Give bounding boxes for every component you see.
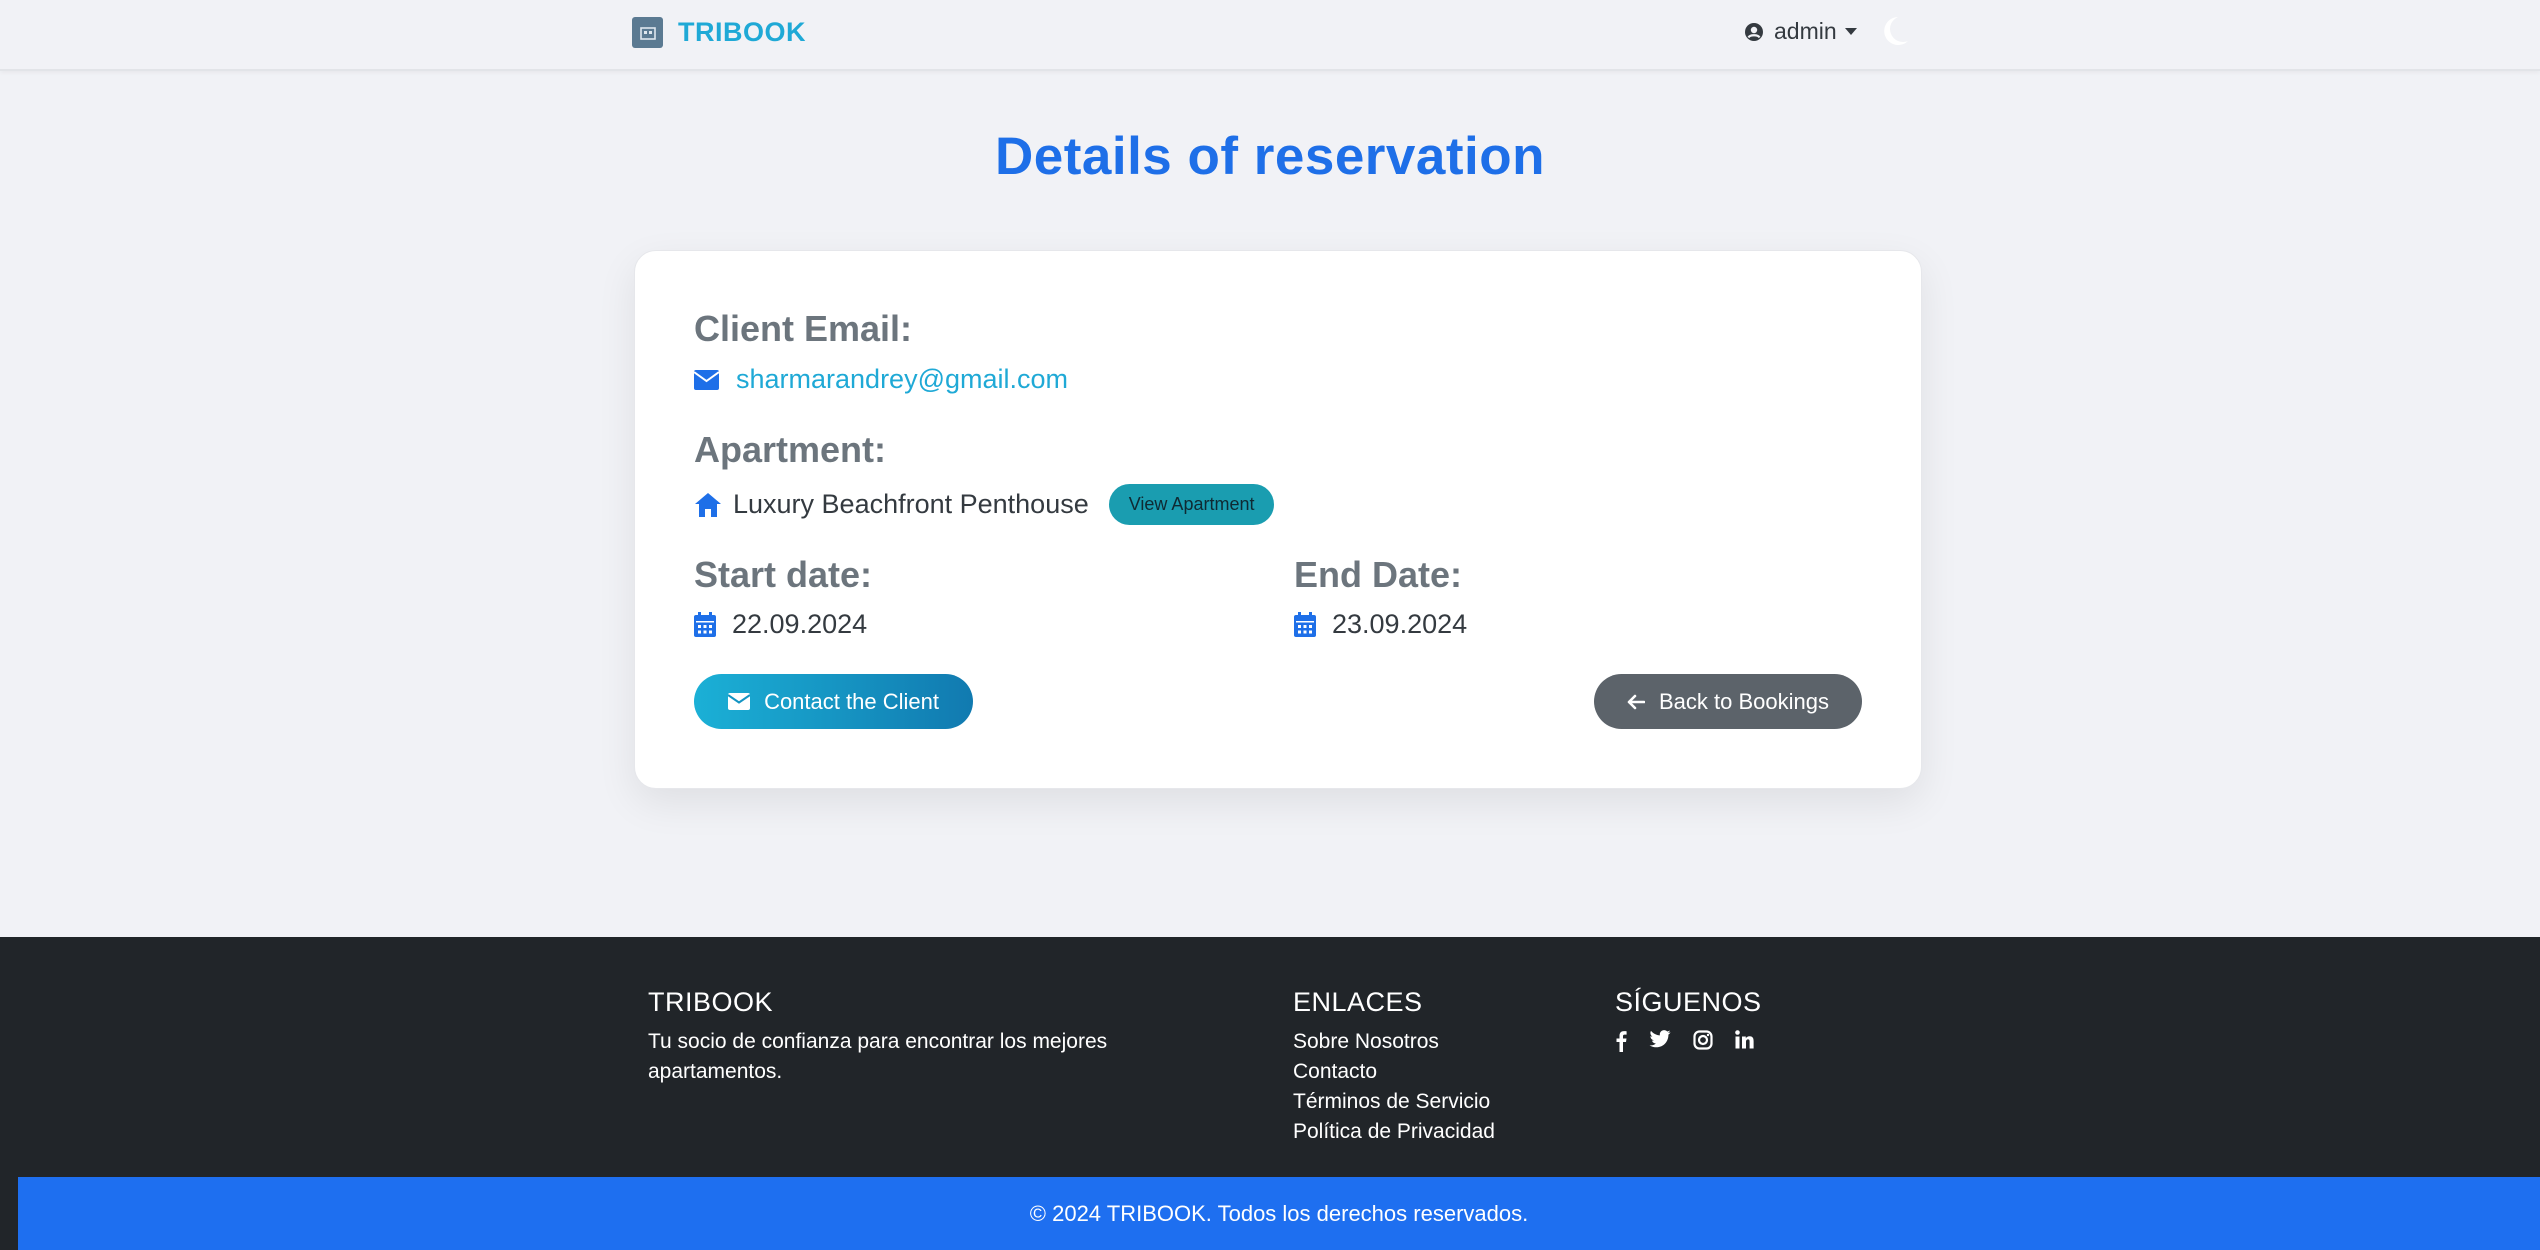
start-date-value: 22.09.2024	[732, 609, 868, 639]
back-to-bookings-label: Back to Bookings	[1659, 688, 1829, 714]
start-date-label: Start date:	[694, 554, 873, 595]
instagram-icon[interactable]	[1693, 1030, 1713, 1057]
footer-brand-heading: TRIBOOK	[648, 987, 774, 1017]
user-dropdown[interactable]: admin	[1744, 18, 1857, 45]
footer-brand-description: Tu socio de confianza para encontrar los…	[648, 1030, 1108, 1083]
reservation-card: Client Email: sharmarandrey@gmail.com Ap…	[634, 250, 1922, 789]
envelope-icon	[728, 693, 751, 710]
footer-link-privacy[interactable]: Política de Privacidad	[1293, 1117, 1495, 1147]
twitter-icon[interactable]	[1649, 1030, 1671, 1057]
facebook-icon[interactable]	[1615, 1030, 1627, 1057]
copyright-bar: © 2024 TRIBOOK. Todos los derechos reser…	[18, 1177, 2540, 1250]
arrow-left-icon	[1627, 694, 1645, 710]
navbar: TRIBOOK admin	[0, 0, 2540, 71]
envelope-icon	[694, 369, 719, 390]
calendar-icon	[1294, 612, 1316, 637]
footer-link-contact[interactable]: Contacto	[1293, 1057, 1495, 1087]
contact-client-label: Contact the Client	[764, 688, 939, 714]
client-email-link[interactable]: sharmarandrey@gmail.com	[736, 364, 1068, 395]
footer-link-about[interactable]: Sobre Nosotros	[1293, 1027, 1495, 1057]
brand-link[interactable]: TRIBOOK	[632, 17, 806, 48]
client-email-label: Client Email:	[694, 308, 913, 349]
end-date-value: 23.09.2024	[1332, 609, 1468, 639]
calendar-icon	[694, 612, 716, 637]
footer-follow-heading: SÍGUENOS	[1615, 987, 1762, 1017]
user-circle-icon	[1744, 22, 1764, 42]
apartment-row: Luxury Beachfront Penthouse View Apartme…	[694, 484, 1275, 525]
view-apartment-button[interactable]: View Apartment	[1108, 484, 1275, 525]
footer-links-list: Sobre Nosotros Contacto Términos de Serv…	[1293, 1027, 1495, 1147]
start-date-row: 22.09.2024	[694, 609, 867, 640]
apartment-label: Apartment:	[694, 429, 887, 470]
theme-toggle-button[interactable]	[1880, 15, 1910, 52]
brand-name: TRIBOOK	[678, 17, 806, 47]
end-date-label: End Date:	[1294, 554, 1463, 595]
client-email-row: sharmarandrey@gmail.com	[694, 364, 1068, 395]
social-links	[1615, 1030, 1754, 1057]
moon-icon	[1880, 15, 1910, 47]
hotel-logo-icon	[632, 17, 663, 48]
user-name: admin	[1774, 18, 1837, 44]
contact-client-button[interactable]: Contact the Client	[694, 674, 973, 729]
apartment-name: Luxury Beachfront Penthouse	[733, 489, 1089, 519]
copyright-text: © 2024 TRIBOOK. Todos los derechos reser…	[1029, 1200, 1529, 1226]
linkedin-icon[interactable]	[1735, 1030, 1754, 1057]
home-icon	[694, 492, 722, 518]
page-title: Details of reservation	[994, 127, 1546, 186]
back-to-bookings-button[interactable]: Back to Bookings	[1594, 674, 1862, 729]
end-date-row: 23.09.2024	[1294, 609, 1467, 640]
footer-links-heading: ENLACES	[1293, 987, 1423, 1017]
footer-link-terms[interactable]: Términos de Servicio	[1293, 1087, 1495, 1117]
chevron-down-icon	[1844, 28, 1857, 35]
